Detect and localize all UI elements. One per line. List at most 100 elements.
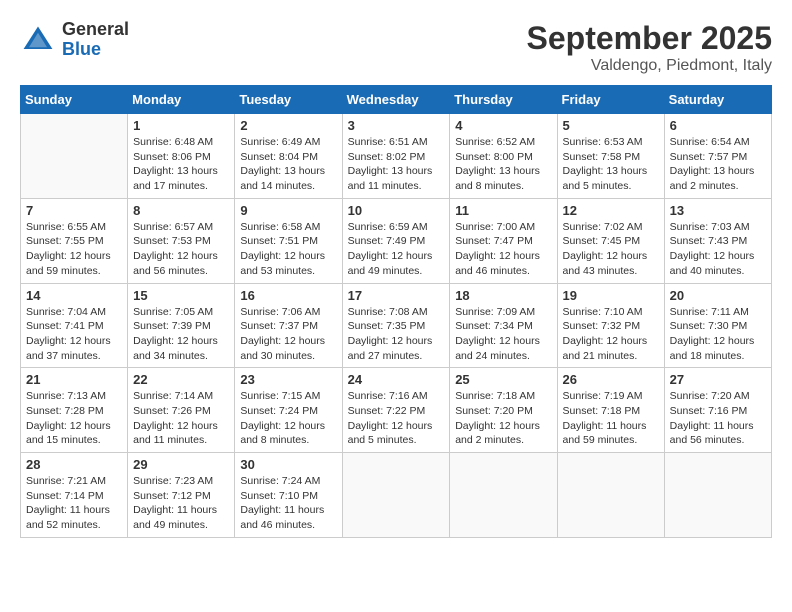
day-info: Sunrise: 6:52 AMSunset: 8:00 PMDaylight:… <box>455 135 551 194</box>
day-number: 1 <box>133 118 229 133</box>
calendar-cell: 15 Sunrise: 7:05 AMSunset: 7:39 PMDayligh… <box>128 283 235 368</box>
day-number: 25 <box>455 372 551 387</box>
title-block: September 2025 Valdengo, Piedmont, Italy <box>527 20 772 75</box>
day-number: 5 <box>563 118 659 133</box>
calendar-cell: 16Sunrise: 7:06 AMSunset: 7:37 PMDayligh… <box>235 283 342 368</box>
day-number: 10 <box>348 203 445 218</box>
day-info: Sunrise: 6:55 AMSunset: 7:55 PMDaylight:… <box>26 220 122 279</box>
day-number: 2 <box>240 118 336 133</box>
day-number: 22 <box>133 372 229 387</box>
calendar-cell: 5Sunrise: 6:53 AMSunset: 7:58 PMDaylight… <box>557 114 664 199</box>
day-number: 27 <box>670 372 766 387</box>
calendar-week-row: 21 Sunrise: 7:13 AMSunset: 7:28 PMDayligh… <box>21 368 772 453</box>
day-number: 29 <box>133 457 229 472</box>
calendar-cell: 17 Sunrise: 7:08 AMSunset: 7:35 PMDayligh… <box>342 283 450 368</box>
month-title: September 2025 <box>527 20 772 57</box>
day-number: 24 <box>348 372 445 387</box>
day-info: Sunrise: 7:21 AMSunset: 7:14 PMDaylight:… <box>26 474 122 533</box>
day-number: 8 <box>133 203 229 218</box>
calendar-cell: 27 Sunrise: 7:20 AMSunset: 7:16 PMDayligh… <box>664 368 771 453</box>
weekday-header: Sunday <box>21 86 128 114</box>
day-number: 11 <box>455 203 551 218</box>
calendar-cell: 13 Sunrise: 7:03 AMSunset: 7:43 PMDayligh… <box>664 198 771 283</box>
day-number: 14 <box>26 288 122 303</box>
page-header: General Blue September 2025 Valdengo, Pi… <box>20 20 772 75</box>
day-info: Sunrise: 7:06 AMSunset: 7:37 PMDaylight:… <box>240 305 336 364</box>
calendar-cell: 23Sunrise: 7:15 AMSunset: 7:24 PMDayligh… <box>235 368 342 453</box>
calendar-cell: 22 Sunrise: 7:14 AMSunset: 7:26 PMDayligh… <box>128 368 235 453</box>
calendar-cell: 24Sunrise: 7:16 AMSunset: 7:22 PMDayligh… <box>342 368 450 453</box>
logo-text: General Blue <box>62 20 129 60</box>
calendar-cell: 3Sunrise: 6:51 AMSunset: 8:02 PMDaylight… <box>342 114 450 199</box>
weekday-header: Friday <box>557 86 664 114</box>
day-info: Sunrise: 6:54 AMSunset: 7:57 PMDaylight:… <box>670 135 766 194</box>
calendar-header-row: SundayMondayTuesdayWednesdayThursdayFrid… <box>21 86 772 114</box>
calendar-week-row: 1 Sunrise: 6:48 AMSunset: 8:06 PMDaylight… <box>21 114 772 199</box>
day-info: Sunrise: 7:20 AMSunset: 7:16 PMDaylight:… <box>670 389 766 448</box>
calendar-cell <box>21 114 128 199</box>
day-info: Sunrise: 6:49 AMSunset: 8:04 PMDaylight:… <box>240 135 336 194</box>
weekday-header: Wednesday <box>342 86 450 114</box>
calendar-cell: 19 Sunrise: 7:10 AMSunset: 7:32 PMDayligh… <box>557 283 664 368</box>
day-number: 30 <box>240 457 336 472</box>
day-info: Sunrise: 7:14 AMSunset: 7:26 PMDaylight:… <box>133 389 229 448</box>
day-info: Sunrise: 7:11 AMSunset: 7:30 PMDaylight:… <box>670 305 766 364</box>
day-number: 28 <box>26 457 122 472</box>
day-number: 6 <box>670 118 766 133</box>
day-info: Sunrise: 7:24 AMSunset: 7:10 PMDaylight:… <box>240 474 336 533</box>
day-info: Sunrise: 7:08 AMSunset: 7:35 PMDaylight:… <box>348 305 445 364</box>
calendar-cell <box>342 453 450 538</box>
calendar-cell: 11 Sunrise: 7:00 AMSunset: 7:47 PMDayligh… <box>450 198 557 283</box>
location: Valdengo, Piedmont, Italy <box>527 57 772 75</box>
calendar-cell: 10 Sunrise: 6:59 AMSunset: 7:49 PMDayligh… <box>342 198 450 283</box>
day-info: Sunrise: 6:48 AMSunset: 8:06 PMDaylight:… <box>133 135 229 194</box>
calendar-cell: 4 Sunrise: 6:52 AMSunset: 8:00 PMDaylight… <box>450 114 557 199</box>
day-info: Sunrise: 7:23 AMSunset: 7:12 PMDaylight:… <box>133 474 229 533</box>
day-info: Sunrise: 6:59 AMSunset: 7:49 PMDaylight:… <box>348 220 445 279</box>
weekday-header: Saturday <box>664 86 771 114</box>
calendar-week-row: 7Sunrise: 6:55 AMSunset: 7:55 PMDaylight… <box>21 198 772 283</box>
day-number: 4 <box>455 118 551 133</box>
calendar-cell: 9 Sunrise: 6:58 AMSunset: 7:51 PMDaylight… <box>235 198 342 283</box>
day-number: 9 <box>240 203 336 218</box>
day-number: 26 <box>563 372 659 387</box>
calendar-cell <box>557 453 664 538</box>
day-info: Sunrise: 7:03 AMSunset: 7:43 PMDaylight:… <box>670 220 766 279</box>
calendar-cell: 25Sunrise: 7:18 AMSunset: 7:20 PMDayligh… <box>450 368 557 453</box>
calendar-cell: 28 Sunrise: 7:21 AMSunset: 7:14 PMDayligh… <box>21 453 128 538</box>
day-number: 17 <box>348 288 445 303</box>
calendar-week-row: 14 Sunrise: 7:04 AMSunset: 7:41 PMDayligh… <box>21 283 772 368</box>
calendar-cell: 8 Sunrise: 6:57 AMSunset: 7:53 PMDaylight… <box>128 198 235 283</box>
calendar-cell: 21 Sunrise: 7:13 AMSunset: 7:28 PMDayligh… <box>21 368 128 453</box>
calendar-cell: 2 Sunrise: 6:49 AMSunset: 8:04 PMDaylight… <box>235 114 342 199</box>
calendar-cell <box>664 453 771 538</box>
calendar-cell: 1 Sunrise: 6:48 AMSunset: 8:06 PMDaylight… <box>128 114 235 199</box>
day-number: 13 <box>670 203 766 218</box>
logo: General Blue <box>20 20 129 60</box>
calendar-cell: 12Sunrise: 7:02 AMSunset: 7:45 PMDayligh… <box>557 198 664 283</box>
day-info: Sunrise: 7:10 AMSunset: 7:32 PMDaylight:… <box>563 305 659 364</box>
calendar-cell: 26 Sunrise: 7:19 AMSunset: 7:18 PMDayligh… <box>557 368 664 453</box>
day-info: Sunrise: 7:13 AMSunset: 7:28 PMDaylight:… <box>26 389 122 448</box>
day-info: Sunrise: 7:19 AMSunset: 7:18 PMDaylight:… <box>563 389 659 448</box>
calendar-cell: 20 Sunrise: 7:11 AMSunset: 7:30 PMDayligh… <box>664 283 771 368</box>
day-number: 19 <box>563 288 659 303</box>
day-number: 15 <box>133 288 229 303</box>
calendar-table: SundayMondayTuesdayWednesdayThursdayFrid… <box>20 85 772 538</box>
day-info: Sunrise: 7:00 AMSunset: 7:47 PMDaylight:… <box>455 220 551 279</box>
day-number: 12 <box>563 203 659 218</box>
weekday-header: Monday <box>128 86 235 114</box>
day-number: 20 <box>670 288 766 303</box>
calendar-cell: 30 Sunrise: 7:24 AMSunset: 7:10 PMDayligh… <box>235 453 342 538</box>
day-info: Sunrise: 7:09 AMSunset: 7:34 PMDaylight:… <box>455 305 551 364</box>
day-number: 21 <box>26 372 122 387</box>
day-info: Sunrise: 6:58 AMSunset: 7:51 PMDaylight:… <box>240 220 336 279</box>
day-info: Sunrise: 7:04 AMSunset: 7:41 PMDaylight:… <box>26 305 122 364</box>
logo-icon <box>20 22 56 58</box>
day-info: Sunrise: 7:05 AMSunset: 7:39 PMDaylight:… <box>133 305 229 364</box>
calendar-cell: 18Sunrise: 7:09 AMSunset: 7:34 PMDayligh… <box>450 283 557 368</box>
calendar-cell: 14 Sunrise: 7:04 AMSunset: 7:41 PMDayligh… <box>21 283 128 368</box>
day-info: Sunrise: 6:51 AMSunset: 8:02 PMDaylight:… <box>348 135 445 194</box>
day-info: Sunrise: 6:57 AMSunset: 7:53 PMDaylight:… <box>133 220 229 279</box>
calendar-week-row: 28 Sunrise: 7:21 AMSunset: 7:14 PMDayligh… <box>21 453 772 538</box>
